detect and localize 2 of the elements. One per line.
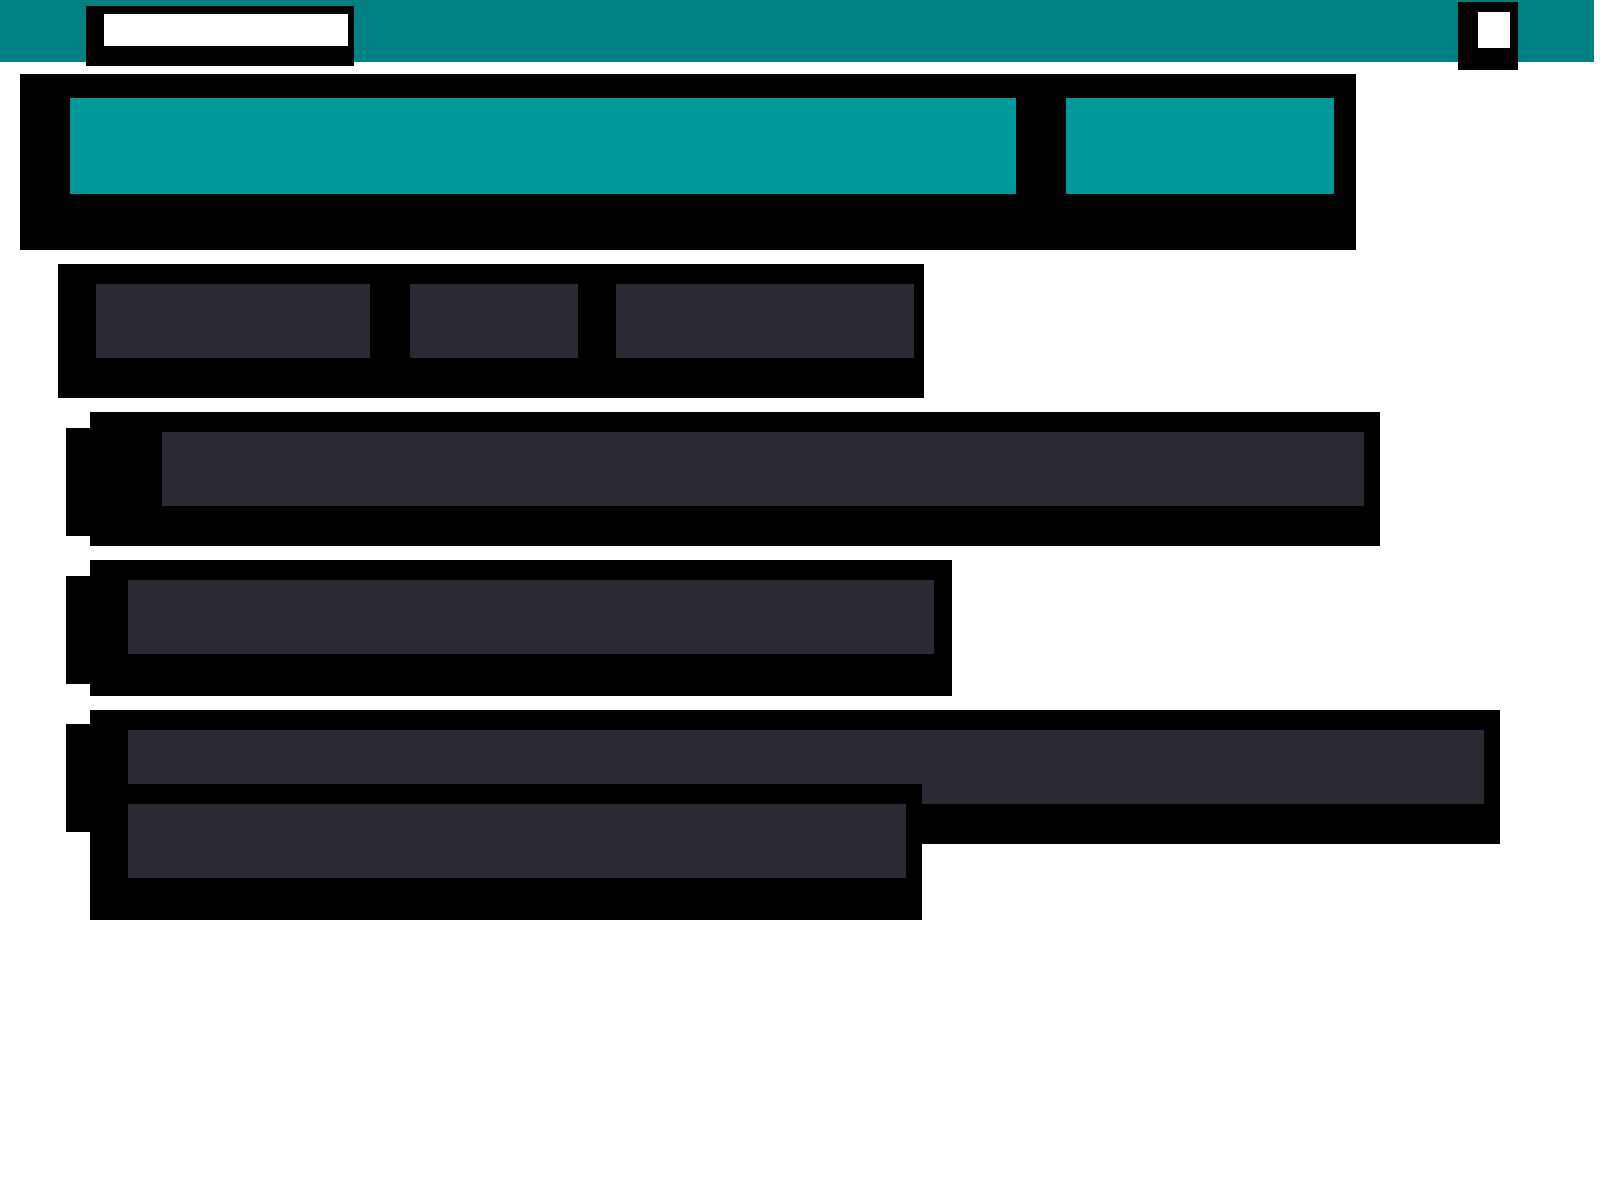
input-field[interactable] xyxy=(86,6,354,66)
square-icon xyxy=(1458,2,1518,70)
